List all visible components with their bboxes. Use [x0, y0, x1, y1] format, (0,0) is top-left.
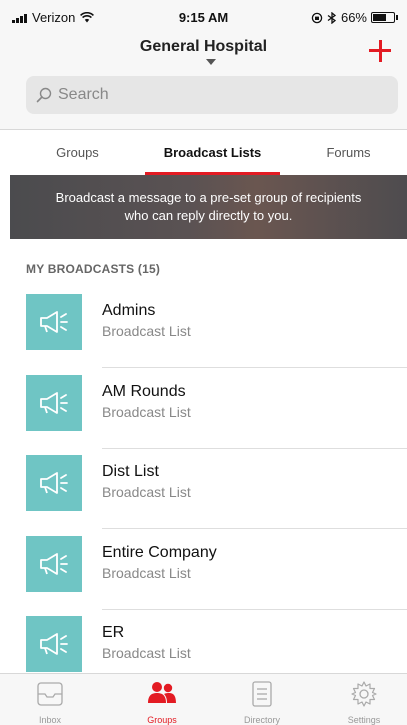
- list-item-name: ER: [102, 624, 125, 641]
- list-item-subtitle: Broadcast List: [102, 565, 191, 581]
- tab-broadcast-lists[interactable]: Broadcast Lists: [145, 131, 280, 175]
- list-item-name: Entire Company: [102, 544, 217, 561]
- tab-bar-label: Inbox: [38, 715, 62, 725]
- megaphone-icon: [26, 536, 82, 592]
- row-divider: [102, 528, 407, 529]
- list-item-subtitle: Broadcast List: [102, 484, 191, 500]
- battery-icon: [371, 12, 398, 23]
- megaphone-icon: [26, 616, 82, 672]
- caret-down-icon[interactable]: [206, 59, 216, 65]
- page-title[interactable]: General Hospital: [0, 38, 407, 56]
- search-bar[interactable]: [26, 76, 398, 114]
- battery-percent: 66%: [340, 10, 367, 25]
- tab-bar-label: Groups: [147, 715, 177, 725]
- battery-fill: [373, 14, 386, 21]
- list-item[interactable]: Entire Company Broadcast List: [0, 530, 407, 610]
- list-item-subtitle: Broadcast List: [102, 404, 191, 420]
- list-item-subtitle: Broadcast List: [102, 645, 191, 661]
- megaphone-icon: [26, 375, 82, 431]
- list-item-name: Admins: [102, 302, 156, 319]
- tab-bar-groups[interactable]: Groups: [122, 674, 202, 725]
- tab-forums[interactable]: Forums: [290, 131, 407, 175]
- banner-line-2: who can reply directly to you.: [124, 208, 293, 223]
- bluetooth-icon: [327, 11, 337, 24]
- list-item[interactable]: Dist List Broadcast List: [0, 449, 407, 529]
- search-icon: [36, 87, 52, 103]
- list-item-subtitle: Broadcast List: [102, 323, 191, 339]
- header: General Hospital: [0, 34, 407, 130]
- orientation-lock-icon: [311, 12, 323, 23]
- status-right: 66%: [311, 10, 398, 25]
- banner-line-1: Broadcast a message to a pre-set group o…: [55, 190, 362, 205]
- list-item[interactable]: Admins Broadcast List: [0, 288, 407, 368]
- groups-icon: [148, 682, 176, 703]
- add-button[interactable]: [367, 38, 393, 64]
- info-banner: Broadcast a message to a pre-set group o…: [10, 175, 407, 239]
- tab-bar-directory[interactable]: Directory: [222, 674, 302, 725]
- inbox-icon: [37, 682, 63, 706]
- list-item[interactable]: AM Rounds Broadcast List: [0, 369, 407, 449]
- search-input[interactable]: [58, 86, 378, 104]
- section-header: MY BROADCASTS (15): [26, 262, 161, 276]
- tab-bar-label: Settings: [347, 715, 381, 725]
- tab-bar-settings[interactable]: Settings: [324, 674, 404, 725]
- directory-icon: [252, 681, 272, 707]
- settings-icon: [351, 681, 377, 707]
- megaphone-icon: [26, 294, 82, 350]
- tab-bar-label: Directory: [243, 715, 280, 725]
- megaphone-icon: [26, 455, 82, 511]
- list-item-name: Dist List: [102, 463, 159, 480]
- tab-groups[interactable]: Groups: [0, 131, 155, 175]
- list-item-name: AM Rounds: [102, 383, 186, 400]
- tab-strip: Groups Broadcast Lists Forums: [0, 131, 407, 175]
- row-divider: [102, 367, 407, 368]
- tab-bar-inbox[interactable]: Inbox: [10, 674, 90, 725]
- bottom-tab-bar: Inbox Groups Directory Settings: [0, 673, 407, 725]
- status-bar: Verizon 9:15 AM 66%: [0, 0, 407, 34]
